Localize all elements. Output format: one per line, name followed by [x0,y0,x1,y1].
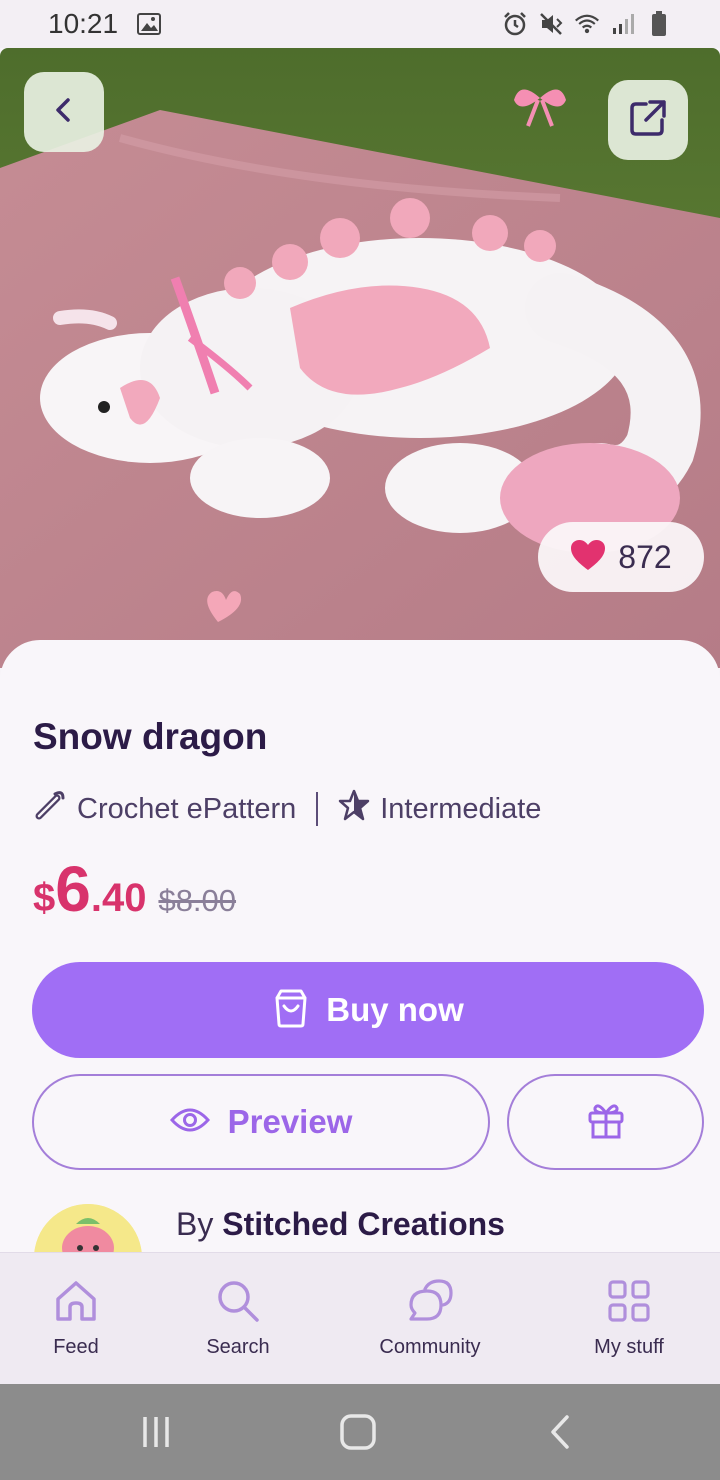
nav-label-search: Search [206,1336,270,1358]
nav-label-community: Community [379,1336,481,1358]
star-icon [338,789,370,829]
gift-button[interactable] [507,1074,704,1170]
price-whole: 6 [55,853,91,925]
image-icon [136,11,162,37]
home-square-icon [340,1413,376,1455]
signal-icon [610,11,636,37]
like-count: 872 [618,538,672,575]
crochet-hook-icon [33,788,67,830]
price-cents: .40 [90,876,147,920]
recent-apps-button[interactable] [136,1414,176,1454]
author-prefix: By [176,1206,214,1242]
grid-icon [607,1279,651,1328]
home-button[interactable] [338,1413,378,1455]
buy-now-label: Buy now [326,991,464,1028]
nav-label-my-stuff: My stuff [594,1336,664,1358]
system-back-button[interactable] [540,1414,580,1454]
pattern-type: Crochet ePattern [33,788,296,830]
difficulty-label: Intermediate [380,792,542,825]
battery-icon [646,11,672,37]
search-icon [216,1279,260,1328]
back-button[interactable] [24,72,104,152]
system-navigation-bar [0,1384,720,1480]
nav-label-feed: Feed [53,1336,99,1358]
author-line: By Stitched Creations [176,1206,505,1243]
price-currency: $ [33,876,56,920]
difficulty: Intermediate [338,789,541,829]
back-arrow-icon [50,96,78,129]
nav-item-feed[interactable]: Feed [36,1253,116,1385]
home-icon [54,1279,98,1328]
bottom-navigation: Feed Search Community My stuff [0,1252,720,1384]
preview-button[interactable]: Preview [32,1074,490,1170]
preview-label: Preview [227,1103,353,1140]
author-name[interactable]: Stitched Creations [222,1206,505,1242]
original-price: $8.00 [158,883,237,918]
nav-item-community[interactable]: Community [370,1253,490,1385]
shopping-bag-icon [272,988,310,1033]
status-time: 10:21 [48,8,119,39]
like-button[interactable]: 872 [538,522,704,592]
nav-item-my-stuff[interactable]: My stuff [579,1253,679,1385]
share-button[interactable] [608,80,688,160]
product-title: Snow dragon [33,716,268,757]
mute-icon [538,11,564,37]
heart-icon [570,539,606,576]
alarm-icon [502,11,528,37]
eye-icon [169,1106,210,1139]
author-row[interactable]: By Stitched Creations [0,1200,720,1254]
product-meta: Crochet ePattern Intermediate [33,788,541,830]
system-back-icon [547,1414,573,1454]
recent-apps-icon [139,1415,173,1454]
chat-bubbles-icon [407,1279,453,1328]
status-bar: 10:21 [0,0,720,48]
meta-divider [316,792,319,826]
share-external-icon [626,96,670,145]
author-avatar[interactable] [34,1204,142,1254]
pattern-type-label: Crochet ePattern [77,792,297,825]
price: $ 6 .40 $8.00 [33,852,236,926]
gift-icon [586,1100,626,1145]
nav-item-search[interactable]: Search [188,1253,288,1385]
wifi-icon [574,11,600,37]
buy-now-button[interactable]: Buy now [32,962,704,1058]
